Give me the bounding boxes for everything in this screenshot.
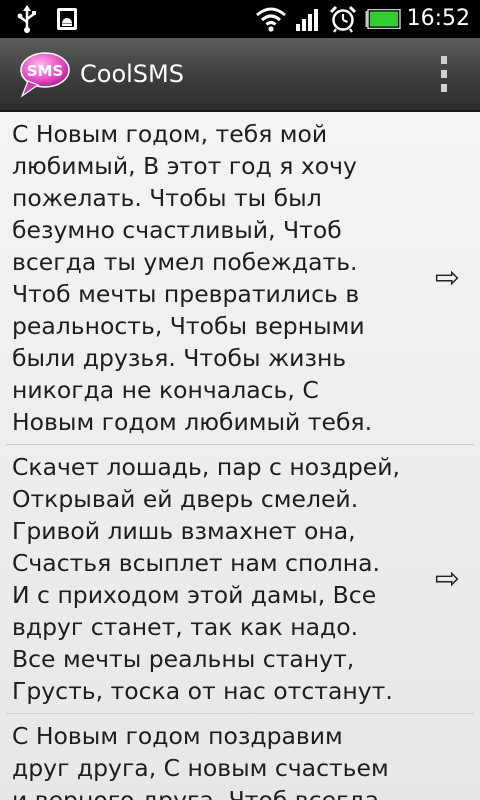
android-debug-icon (52, 0, 82, 38)
send-arrow-icon[interactable]: ⇨ (435, 562, 460, 597)
overflow-menu-button[interactable] (428, 56, 460, 92)
app-logo-text: SMS (27, 62, 64, 80)
signal-icon (294, 0, 324, 38)
message-text: С Новым годом поздравим друг друга, С но… (12, 722, 389, 800)
usb-icon (14, 0, 40, 38)
message-text: С Новым годом, тебя мой любимый, В этот … (12, 120, 373, 436)
battery-icon (364, 0, 402, 38)
status-bar: 16:52 (0, 0, 480, 38)
send-arrow-icon[interactable]: ⇨ (435, 261, 460, 296)
overflow-menu-icon (441, 56, 447, 64)
app-title: CoolSMS (80, 60, 184, 88)
list-item[interactable]: С Новым годом, тебя мой любимый, В этот … (6, 112, 474, 445)
clock: 16:52 (406, 6, 470, 31)
message-text: Скачет лошадь, пар с ноздрей, Открывай е… (12, 453, 400, 705)
list-item[interactable]: Скачет лошадь, пар с ноздрей, Открывай е… (6, 445, 474, 714)
message-list[interactable]: С Новым годом, тебя мой любимый, В этот … (0, 112, 480, 800)
action-bar: SMS CoolSMS (0, 38, 480, 112)
overflow-dot (441, 70, 447, 78)
alarm-icon (328, 0, 358, 38)
list-item[interactable]: С Новым годом поздравим друг друга, С но… (6, 714, 474, 800)
wifi-icon (254, 0, 288, 38)
overflow-dot (441, 84, 447, 92)
app-logo-icon: SMS (18, 50, 70, 98)
